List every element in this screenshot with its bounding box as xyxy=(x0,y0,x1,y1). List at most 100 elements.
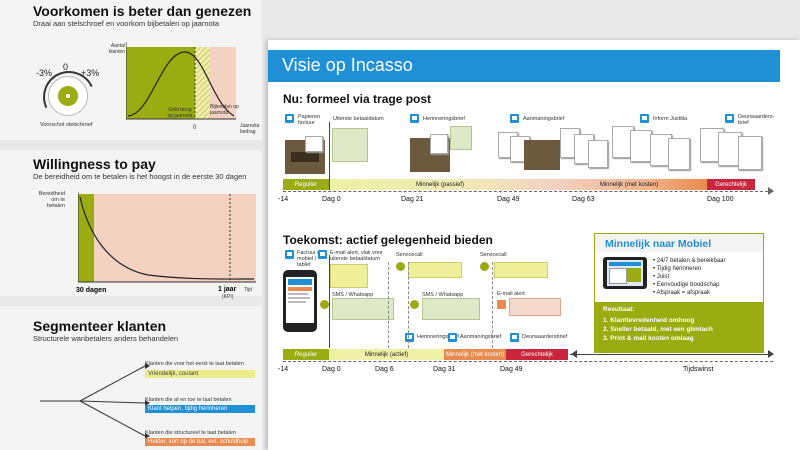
now-seg-gerechtelijk: Gerechtelijk xyxy=(707,179,755,190)
now-event-deurwaarder: Deurwaarders-brief xyxy=(738,114,775,126)
future-event-deurwaarder: Deurwaardersbrief xyxy=(522,334,568,340)
deurwaarder-icon xyxy=(725,114,734,123)
tijdswinst-arrow xyxy=(768,350,774,358)
justitia-doc-4 xyxy=(668,138,690,170)
future-axis-line xyxy=(283,361,773,362)
note-uiterste xyxy=(332,128,368,162)
future-seg-gerechtelijk: Gerechtelijk xyxy=(506,349,568,360)
later-region xyxy=(94,194,256,282)
p2-x-left: 30 dagen xyxy=(76,287,107,294)
mobile-bullet-5: • Afspraak = afspraak xyxy=(653,290,710,296)
future-dag0-line xyxy=(329,255,330,348)
deurwaarder-doc-3 xyxy=(738,136,762,170)
mat-image-3 xyxy=(524,140,560,170)
panel-voorkomen: Voorkomen is beter dan genezen Draai aan… xyxy=(0,0,262,140)
p2-y-label: Bereidheid om te betalen xyxy=(38,191,65,209)
dial-minus: -3% xyxy=(36,68,53,78)
now-event-factuur: Papieren factuur xyxy=(298,114,321,126)
factuur-icon xyxy=(285,114,294,123)
future-event-servicecall-2: Servicecall xyxy=(480,252,507,258)
sms-bubble-2 xyxy=(422,298,480,320)
future-event-servicecall-1: Servicecall xyxy=(396,252,423,258)
panel-segmenteer: Segmenteer klanten Structurele wanbetale… xyxy=(0,306,262,450)
p2-x-right-sub: (KPI) xyxy=(222,294,234,300)
future-event-aanmaning: Aanmaningsbrief xyxy=(460,334,502,340)
future-seg-actief: Minnelijk (actief) xyxy=(329,349,444,360)
first-30-days-region xyxy=(78,194,94,282)
servicecall-bubble-1 xyxy=(408,262,462,278)
p1-x-label: Jaarnota bedrag xyxy=(240,123,260,135)
future-timeline: Regulier Minnelijk (actief) Minnelijk (m… xyxy=(283,349,571,360)
result-list: 1. Klanttevredenheid omhoog 2. Sneller b… xyxy=(603,316,713,343)
now-seg-regulier: Regulier xyxy=(283,179,329,190)
result-3: 3. Print & mail kosten omlaag xyxy=(603,335,694,342)
dial-zero: 0 xyxy=(63,62,69,72)
branch-3-tag: Helder, kort op de bal, evt. schuldhulp xyxy=(145,438,255,446)
phone-call-icon-1 xyxy=(396,262,405,271)
herinnering-doc xyxy=(430,134,448,154)
note-herinnering xyxy=(450,126,472,150)
segment-tree-lines xyxy=(40,363,150,439)
future-tick--14: -14 xyxy=(278,366,289,373)
email-bubble-2 xyxy=(509,298,561,316)
panel-willingness: Willingness to pay De bereidheid om te b… xyxy=(0,150,262,300)
result-2: 2. Sneller betaald, met een glimlach xyxy=(603,326,713,333)
herinnering-icon xyxy=(410,114,419,123)
future-marker-2 xyxy=(408,262,409,348)
future-tick-dag31: Dag 31 xyxy=(433,366,456,373)
p2-x-right: 1 jaar xyxy=(218,286,237,293)
panel1-subtitle: Draai aan stelschroef en voorkom bijbeta… xyxy=(33,19,219,28)
future-tick-dag6: Dag 6 xyxy=(375,366,394,373)
p1-right-region: Bijbetalen op jaarnota xyxy=(210,104,239,116)
future-tick-dag0: Dag 0 xyxy=(322,366,341,373)
result-1: 1. Klanttevredenheid omhoog xyxy=(603,317,695,324)
branch-2-text: Klanten die af en toe te laat betalen xyxy=(145,397,232,403)
panel2-title: Willingness to pay xyxy=(33,156,156,172)
whatsapp-icon-1 xyxy=(320,300,329,309)
dial-plus: +3% xyxy=(81,68,100,78)
hatch-region xyxy=(195,47,210,119)
panel3-title: Segmenteer klanten xyxy=(33,318,167,334)
future-marker-1 xyxy=(388,262,389,348)
now-tick-dag63: Dag 63 xyxy=(572,196,595,203)
now-dag0-line xyxy=(329,122,330,190)
dial-caption: Voorschot stelschroef xyxy=(40,122,93,128)
mobile-box-title: Minnelijk naar Mobiel xyxy=(605,238,712,250)
phone-call-icon-2 xyxy=(480,262,489,271)
future-seg-kosten: Minnelijk (met kosten) xyxy=(444,349,506,360)
now-axis-line xyxy=(283,191,773,192)
p1-left-region: Geld terug op jaarnota xyxy=(167,107,193,119)
result-title: Resultaat: xyxy=(603,306,635,313)
aanmaning-icon xyxy=(510,114,519,123)
future-event-email-1: E-mail alert, vlak voor uiterste betaald… xyxy=(330,250,383,262)
mobile-box: Minnelijk naar Mobiel • 24/7 betalen & b… xyxy=(594,233,764,353)
p1-y-label: Aantal klanten xyxy=(108,43,125,55)
aanmaning-icon-future xyxy=(448,333,457,342)
now-event-justitia: Inform Justitia xyxy=(653,116,688,122)
willingness-chart xyxy=(78,192,256,283)
whatsapp-icon-2 xyxy=(410,300,419,309)
email-bubble-1 xyxy=(330,264,368,288)
now-event-aanmaning: Aanmaningsbrief xyxy=(523,116,565,122)
phone-image xyxy=(283,270,317,332)
future-event-email-2: E-mail alert xyxy=(497,291,525,297)
branch-2-tag: Klant helpen, tijdig herinneren xyxy=(145,405,255,413)
now-tick--14: -14 xyxy=(278,196,289,203)
now-seg-kosten: Minnelijk (met kosten) xyxy=(551,179,707,190)
now-event-herinnering: Herinneringsbrief xyxy=(423,116,465,122)
now-tick-dag100: Dag 100 xyxy=(707,196,734,203)
p2-x-axis: Tijd xyxy=(244,287,252,293)
now-axis-arrow xyxy=(768,187,774,195)
branch-3-text: Klanten die structureel te laat betalen xyxy=(145,430,236,436)
future-heading: Toekomst: actief gelegenheid bieden xyxy=(283,233,493,247)
now-tick-dag0: Dag 0 xyxy=(322,196,341,203)
servicecall-bubble-2 xyxy=(494,262,548,278)
future-marker-3 xyxy=(492,262,493,348)
now-timeline: Regulier Minnelijk (passief) Minnelijk (… xyxy=(283,179,768,190)
panel3-subtitle: Structurele wanbetalers anders behandele… xyxy=(33,334,179,343)
tijdswinst-arrow-left xyxy=(571,350,577,358)
now-tick-dag21: Dag 21 xyxy=(401,196,424,203)
mobile-bullets: • 24/7 betalen & bereikbaar • Tijdig her… xyxy=(653,257,726,297)
mobile-bullet-2: • Tijdig herinneren xyxy=(653,266,702,272)
email-alert-icon xyxy=(318,250,327,259)
